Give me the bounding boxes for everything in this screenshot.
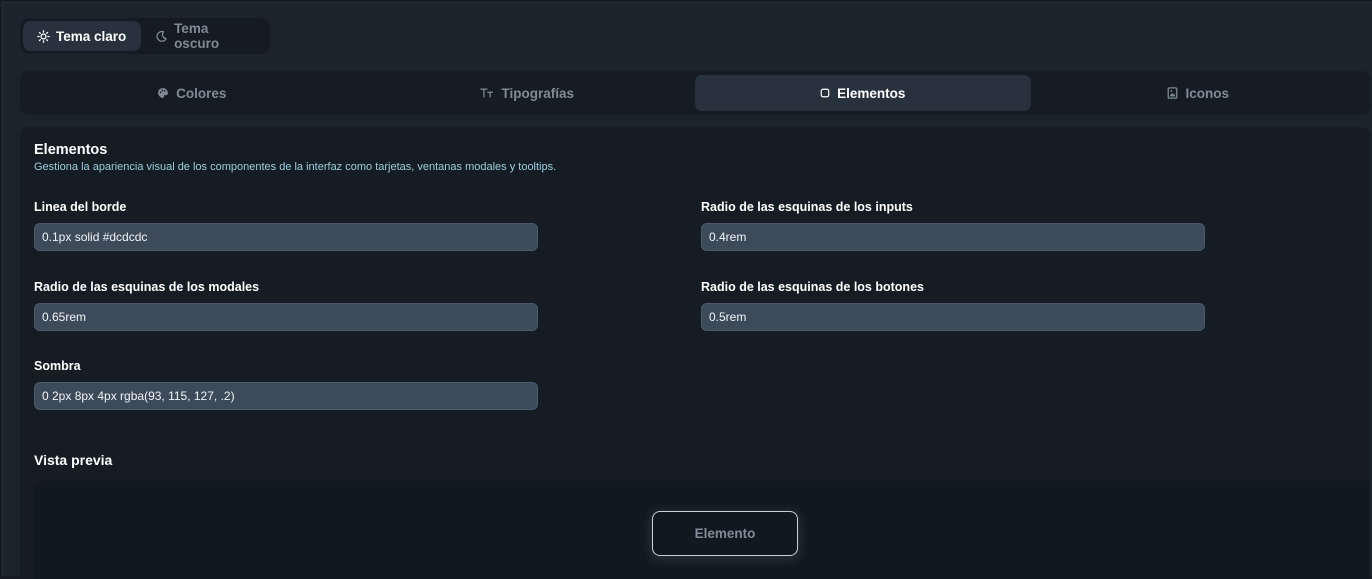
dark-theme-button[interactable]: Tema oscuro xyxy=(141,21,267,51)
panel-title: Elementos xyxy=(34,142,108,158)
modal-radius-label: Radio de las esquinas de los modales xyxy=(34,280,260,294)
tab-tipografias-label: Tipografías xyxy=(501,85,575,101)
settings-tabs: Colores Tipografías Elementos Iconos xyxy=(20,71,1370,115)
shadow-field: Sombra xyxy=(34,359,538,410)
border-field: Linea del borde xyxy=(34,200,538,251)
input-radius-label: Radio de las esquinas de los inputs xyxy=(701,200,913,214)
square-icon xyxy=(820,88,830,98)
input-radius-field: Radio de las esquinas de los inputs xyxy=(701,200,1205,251)
light-theme-label: Tema claro xyxy=(56,28,127,44)
tab-iconos-label: Iconos xyxy=(1185,85,1229,101)
preview-element[interactable]: Elemento xyxy=(652,511,798,556)
sun-icon xyxy=(37,29,50,43)
preview-area: Elemento xyxy=(34,481,1370,579)
light-theme-button[interactable]: Tema claro xyxy=(23,21,142,51)
tab-elementos-label: Elementos xyxy=(837,85,906,101)
tab-elementos[interactable]: Elementos xyxy=(695,75,1031,111)
app-window: Tema claro Tema oscuro Colores Tipografí… xyxy=(2,2,1372,579)
border-field-label: Linea del borde xyxy=(34,200,127,214)
modal-radius-input[interactable] xyxy=(34,303,538,331)
shadow-input[interactable] xyxy=(34,382,538,410)
preview-title: Vista previa xyxy=(34,452,113,468)
tab-colores[interactable]: Colores xyxy=(24,75,360,111)
dark-theme-label: Tema oscuro xyxy=(174,21,220,51)
button-radius-input[interactable] xyxy=(701,303,1205,331)
palette-icon xyxy=(158,88,168,98)
image-icon xyxy=(1168,87,1178,99)
modal-radius-field: Radio de las esquinas de los modales xyxy=(34,280,538,331)
shadow-label: Sombra xyxy=(34,359,81,373)
input-radius-input[interactable] xyxy=(701,223,1205,251)
theme-toggle: Tema claro Tema oscuro xyxy=(20,18,270,54)
tab-colores-label: Colores xyxy=(176,85,227,101)
panel-description: Gestiona la apariencia visual de los com… xyxy=(34,161,557,173)
tab-tipografias[interactable]: Tipografías xyxy=(360,75,696,111)
elements-panel: Elementos Gestiona la apariencia visual … xyxy=(20,127,1370,579)
button-radius-field: Radio de las esquinas de los botones xyxy=(701,280,1205,331)
moon-icon xyxy=(156,30,167,42)
button-radius-label: Radio de las esquinas de los botones xyxy=(701,280,924,294)
tab-iconos[interactable]: Iconos xyxy=(1031,75,1367,111)
border-input[interactable] xyxy=(34,223,538,251)
typography-icon xyxy=(480,88,494,98)
